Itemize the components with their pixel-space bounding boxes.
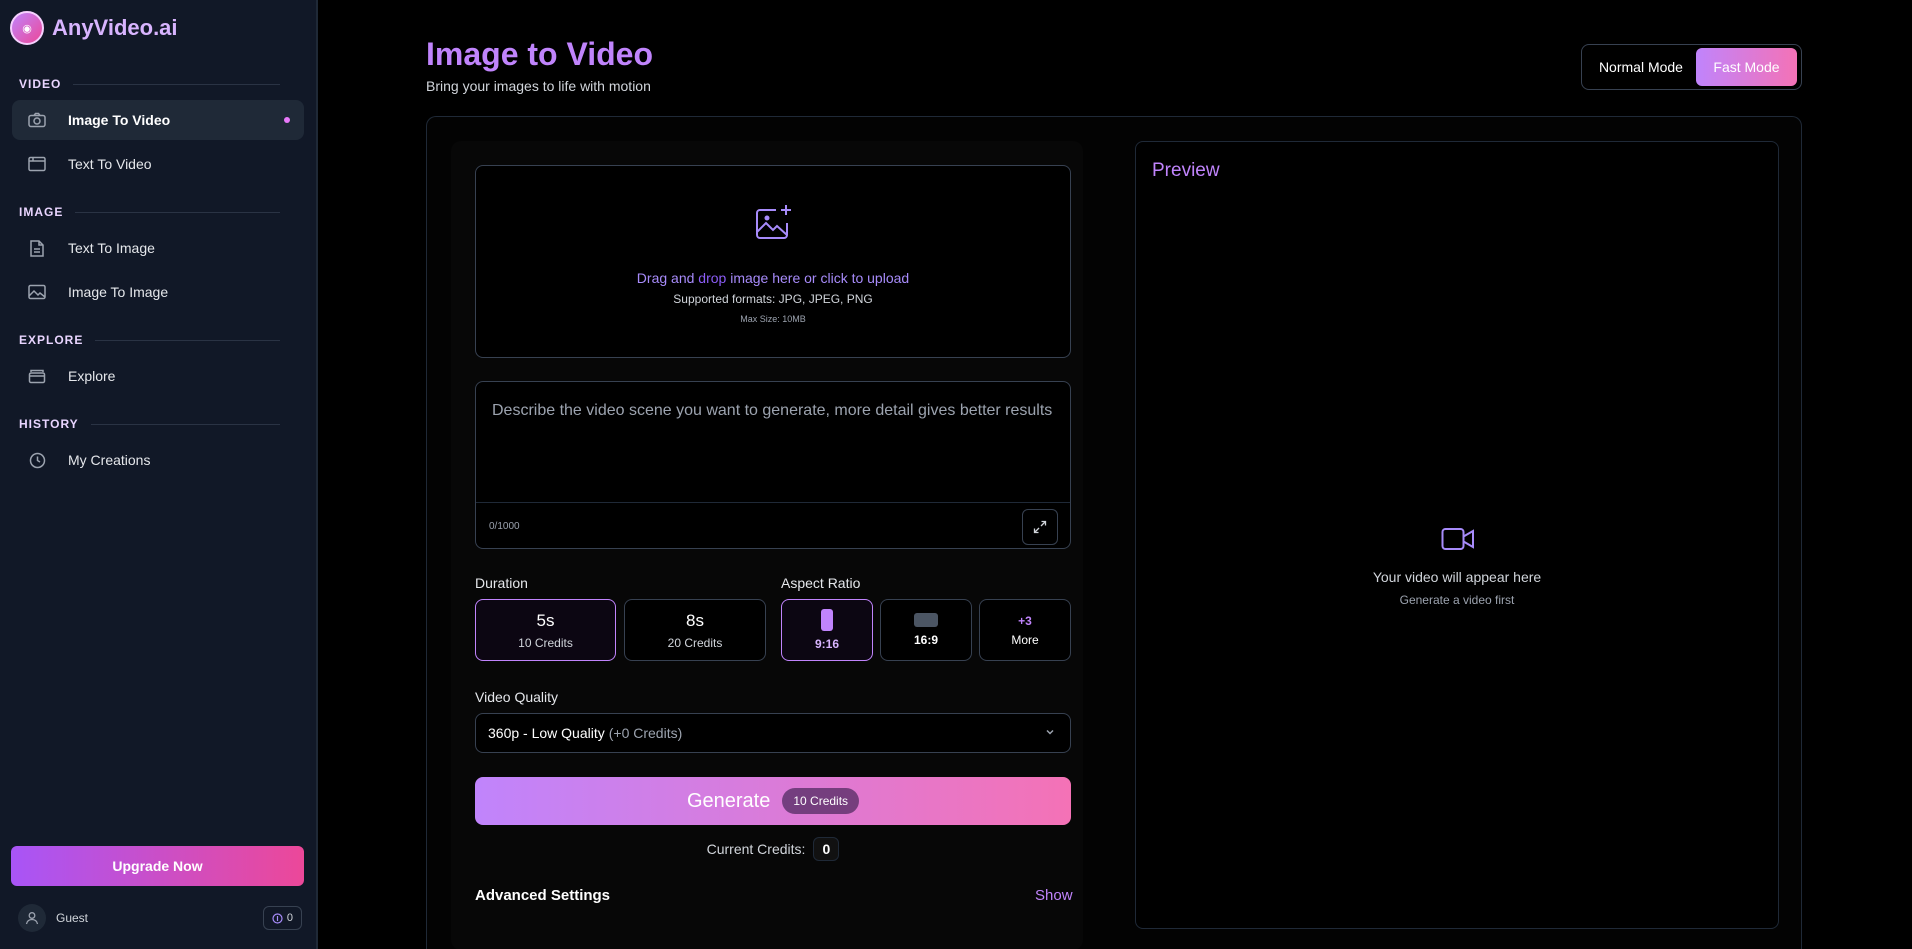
video-camera-icon: [1441, 528, 1474, 550]
sidebar-item-label: Text To Video: [68, 156, 152, 172]
normal-mode-button[interactable]: Normal Mode: [1586, 48, 1696, 86]
aspect-ratio-label: Aspect Ratio: [781, 575, 861, 591]
sidebar-item-text-to-video[interactable]: Text To Video: [12, 144, 304, 184]
more-label: More: [1011, 632, 1039, 647]
prompt-input[interactable]: [476, 382, 1070, 502]
clock-icon: [28, 451, 46, 469]
sidebar-item-text-to-image[interactable]: Text To Image: [12, 228, 304, 268]
duration-credits: 20 Credits: [667, 635, 723, 650]
prompt-box: 0/1000: [475, 381, 1071, 549]
generate-label: Generate: [686, 789, 771, 812]
aspect-option-16-9[interactable]: 16:9: [880, 599, 972, 661]
video-quality-label: Video Quality: [475, 689, 559, 705]
active-indicator: [284, 117, 290, 123]
section-title: HISTORY: [12, 412, 304, 436]
chevron-down-icon: [1046, 729, 1054, 735]
quality-extra-credits: (+0 Credits): [608, 725, 683, 741]
sidebar: ◉ AnyVideo.ai VIDEO Image To Video Text …: [0, 0, 318, 949]
duration-value: 8s: [686, 610, 704, 630]
avatar[interactable]: [18, 904, 46, 932]
user-row[interactable]: Guest 0: [18, 903, 302, 933]
sidebar-section-video: VIDEO Image To Video Text To Video: [0, 72, 316, 184]
duration-option-8s[interactable]: 8s 20 Credits: [624, 599, 766, 661]
mode-toggle: Normal Mode Fast Mode: [1581, 44, 1802, 90]
sidebar-item-label: Image To Video: [68, 112, 171, 128]
sidebar-section-history: HISTORY My Creations: [0, 412, 316, 480]
advanced-settings-toggle[interactable]: Show: [1035, 887, 1073, 904]
folder-icon: [28, 367, 46, 385]
portrait-ratio-icon: [821, 609, 833, 631]
duration-option-5s[interactable]: 5s 10 Credits: [475, 599, 616, 661]
sidebar-item-label: Explore: [68, 368, 116, 384]
sidebar-item-image-to-video[interactable]: Image To Video: [12, 100, 304, 140]
play-logo-icon: ◉: [22, 22, 32, 35]
image-icon: [28, 283, 46, 301]
section-title: EXPLORE: [12, 328, 304, 352]
workspace: Drag and drop image here or click to upl…: [426, 116, 1802, 949]
expand-button[interactable]: [1022, 509, 1058, 545]
video-quality-select[interactable]: 360p - Low Quality (+0 Credits): [475, 713, 1071, 753]
sidebar-item-label: My Creations: [68, 452, 151, 468]
generate-credits-badge: 10 Credits: [782, 788, 860, 814]
film-icon: [28, 155, 46, 173]
sidebar-section-explore: EXPLORE Explore: [0, 328, 316, 396]
image-add-icon: [756, 205, 791, 239]
prompt-footer: 0/1000: [476, 502, 1070, 548]
preview-panel: Preview Your video will appear here Gene…: [1135, 141, 1779, 929]
duration-credits: 10 Credits: [518, 635, 573, 650]
upgrade-button[interactable]: Upgrade Now: [11, 846, 304, 886]
current-credits-row: Current Credits: 0: [475, 837, 1071, 861]
app-root: ◉ AnyVideo.ai VIDEO Image To Video Text …: [0, 0, 1912, 949]
sidebar-item-label: Image To Image: [68, 284, 169, 300]
generate-button[interactable]: Generate 10 Credits: [475, 777, 1071, 825]
sidebar-item-label: Text To Image: [68, 240, 155, 256]
page-subtitle: Bring your images to life with motion: [426, 78, 651, 94]
upload-formats: Supported formats: JPG, JPEG, PNG: [673, 292, 873, 306]
aspect-option-9-16[interactable]: 9:16: [781, 599, 873, 661]
document-icon: [28, 239, 46, 257]
brand-name: AnyVideo.ai: [52, 15, 178, 40]
duration-label: Duration: [475, 575, 528, 591]
sidebar-item-my-creations[interactable]: My Creations: [12, 440, 304, 480]
upload-instructions: Drag and drop image here or click to upl…: [636, 270, 910, 286]
more-count: +3: [1018, 613, 1032, 628]
current-credits-value: 0: [813, 837, 840, 861]
brand[interactable]: ◉ AnyVideo.ai: [0, 0, 316, 56]
generation-form: Drag and drop image here or click to upl…: [451, 141, 1083, 949]
sidebar-item-image-to-image[interactable]: Image To Image: [12, 272, 304, 312]
preview-title: Preview: [1152, 160, 1220, 181]
brand-logo: ◉: [10, 11, 44, 45]
aspect-option-more[interactable]: +3 More: [979, 599, 1071, 661]
fast-mode-button[interactable]: Fast Mode: [1695, 48, 1797, 86]
user-credits-value: 0: [286, 912, 293, 924]
section-title: IMAGE: [12, 200, 304, 224]
preview-empty-hint: Generate a video first: [1399, 593, 1515, 607]
user-icon: [25, 912, 39, 925]
coin-icon: [272, 912, 283, 924]
upload-max-size: Max Size: 10MB: [740, 314, 806, 324]
landscape-ratio-icon: [914, 613, 938, 627]
quality-selected: 360p - Low Quality: [488, 725, 605, 741]
char-counter: 0/1000: [489, 521, 520, 532]
section-title: VIDEO: [12, 72, 304, 96]
aspect-value: 9:16: [814, 637, 840, 651]
main-content: Image to Video Bring your images to life…: [318, 0, 1912, 949]
image-upload-dropzone[interactable]: Drag and drop image here or click to upl…: [475, 165, 1071, 358]
aspect-value: 16:9: [913, 633, 939, 647]
user-name: Guest: [56, 911, 89, 925]
sidebar-item-explore[interactable]: Explore: [12, 356, 304, 396]
page-title: Image to Video: [426, 36, 654, 72]
camera-icon: [28, 111, 46, 129]
sidebar-section-image: IMAGE Text To Image Image To Image: [0, 200, 316, 312]
user-credits-badge[interactable]: 0: [262, 906, 302, 930]
preview-empty-message: Your video will appear here: [1372, 569, 1542, 585]
current-credits-label: Current Credits:: [706, 841, 806, 857]
duration-value: 5s: [536, 610, 555, 630]
expand-icon: [1033, 520, 1047, 534]
advanced-settings-title: Advanced Settings: [475, 887, 611, 904]
